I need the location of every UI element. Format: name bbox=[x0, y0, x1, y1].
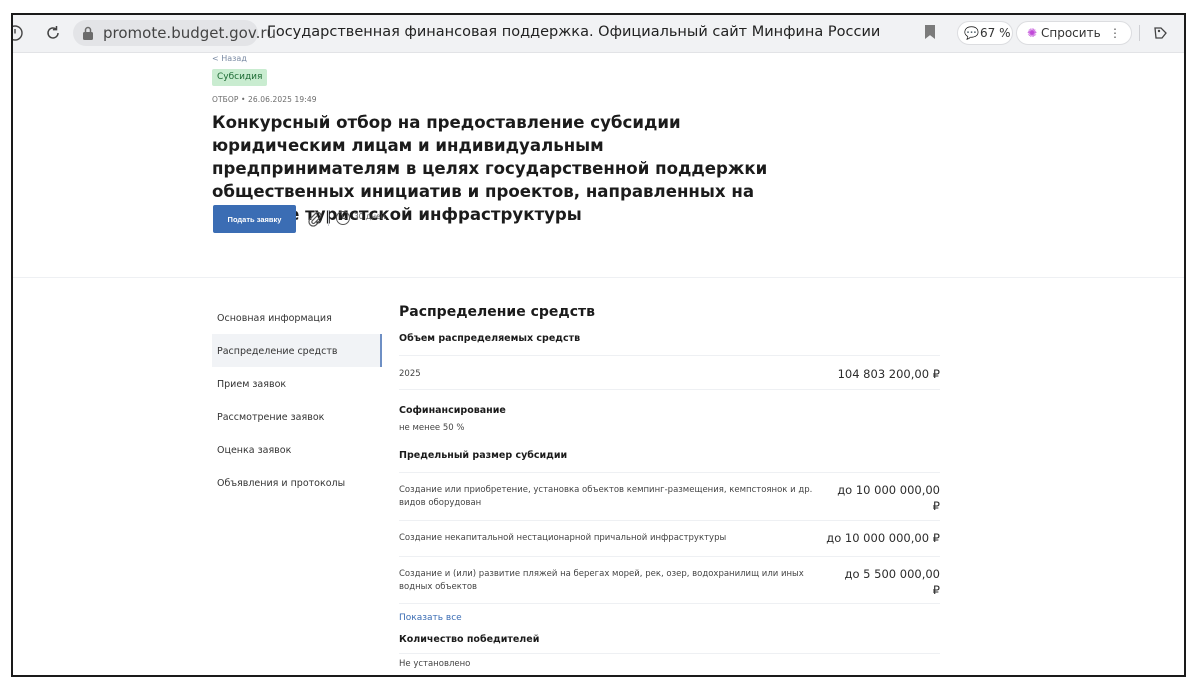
nav-item-application-intake[interactable]: Прием заявок bbox=[212, 367, 382, 400]
row-divider bbox=[399, 472, 940, 473]
action-divider bbox=[328, 210, 329, 226]
row-divider bbox=[399, 389, 940, 390]
sparkle-icon: ✺ bbox=[1026, 26, 1038, 40]
browser-toolbar: promote.budget.gov.ru Государственная фи… bbox=[13, 15, 1184, 53]
side-nav: Основная информация Распределение средст… bbox=[212, 301, 382, 499]
browser-window: promote.budget.gov.ru Государственная фи… bbox=[11, 13, 1186, 677]
winners-heading: Количество победителей bbox=[399, 634, 540, 645]
volume-heading: Объем распределяемых средств bbox=[399, 333, 581, 344]
tab-title: Государственная финансовая поддержка. Оф… bbox=[267, 24, 881, 40]
limit-item-amount: до 10 000 000,00 ₽ bbox=[837, 482, 940, 514]
address-bar[interactable]: promote.budget.gov.ru bbox=[73, 20, 276, 46]
limit-amount-line: до 10 000 000,00 bbox=[837, 483, 940, 497]
limit-item-amount: до 5 500 000,00 ₽ bbox=[845, 566, 940, 598]
selection-meta: ОТБОР • 26.06.2025 19:49 bbox=[212, 95, 317, 104]
nav-item-announcements[interactable]: Объявления и протоколы bbox=[212, 466, 382, 499]
ask-button[interactable]: ✺ Спросить ⋮ bbox=[1016, 21, 1132, 45]
row-divider bbox=[399, 603, 940, 604]
limit-item-text: Создание и (или) развитие пляжей на бере… bbox=[399, 569, 804, 592]
toolbar-divider bbox=[1139, 25, 1140, 41]
limit-amount-line: до 5 500 000,00 bbox=[844, 567, 940, 581]
reload-icon[interactable] bbox=[43, 23, 63, 43]
limit-heading: Предельный размер субсидии bbox=[399, 450, 568, 461]
back-link[interactable]: < Назад bbox=[212, 54, 247, 63]
limit-amount-currency: ₽ bbox=[932, 583, 940, 597]
page-title: Конкурсный отбор на предоставление субси… bbox=[212, 113, 768, 224]
nav-item-basic-info[interactable]: Основная информация bbox=[212, 301, 382, 334]
zoom-button[interactable]: 💬67 % bbox=[957, 21, 1013, 45]
cofinancing-heading: Софинансирование bbox=[399, 405, 506, 416]
chat-bubble-icon: 💬 bbox=[964, 26, 979, 40]
nav-item-fund-distribution[interactable]: Распределение средств bbox=[212, 334, 382, 367]
page-content: < Назад Субсидия ОТБОР • 26.06.2025 19:4… bbox=[13, 53, 1184, 675]
paperclip-icon[interactable] bbox=[307, 211, 323, 227]
row-divider bbox=[399, 653, 940, 654]
apply-button[interactable]: Подать заявку bbox=[213, 205, 296, 233]
row-divider bbox=[399, 520, 940, 521]
volume-amount: 104 803 200,00 ₽ bbox=[837, 367, 940, 381]
ask-label: Спросить bbox=[1041, 26, 1101, 40]
row-divider bbox=[399, 355, 940, 356]
nav-item-application-review[interactable]: Рассмотрение заявок bbox=[212, 400, 382, 433]
section-title: Распределение средств bbox=[399, 304, 595, 320]
zoom-level: 67 % bbox=[980, 26, 1011, 40]
category-badge: Субсидия bbox=[212, 69, 268, 86]
address-host: promote.budget.gov.ru bbox=[103, 24, 277, 42]
limit-item-text: Создание некапитальной нестационарной пр… bbox=[399, 533, 727, 543]
limit-item-text: Создание или приобретение, установка объ… bbox=[399, 485, 813, 508]
nav-item-application-evaluation[interactable]: Оценка заявок bbox=[212, 433, 382, 466]
limit-amount-line: до 10 000 000,00 ₽ bbox=[826, 531, 940, 545]
volume-year: 2025 bbox=[399, 369, 421, 379]
cofinancing-value: не менее 50 % bbox=[399, 423, 465, 433]
section-divider bbox=[13, 277, 1184, 278]
winners-value: Не установлено bbox=[399, 659, 471, 669]
shield-icon[interactable] bbox=[13, 23, 25, 43]
bookmark-icon[interactable] bbox=[925, 25, 935, 39]
days-remaining: 30 дней bbox=[354, 212, 386, 221]
kebab-menu-icon[interactable]: ⋮ bbox=[1109, 22, 1121, 44]
limit-item-amount: до 10 000 000,00 ₽ bbox=[826, 530, 940, 546]
limit-amount-currency: ₽ bbox=[932, 499, 940, 513]
extension-icon[interactable] bbox=[1151, 23, 1171, 43]
lock-icon bbox=[81, 25, 95, 41]
clock-icon bbox=[336, 211, 350, 225]
row-divider bbox=[399, 556, 940, 557]
show-all-link[interactable]: Показать все bbox=[399, 613, 462, 623]
